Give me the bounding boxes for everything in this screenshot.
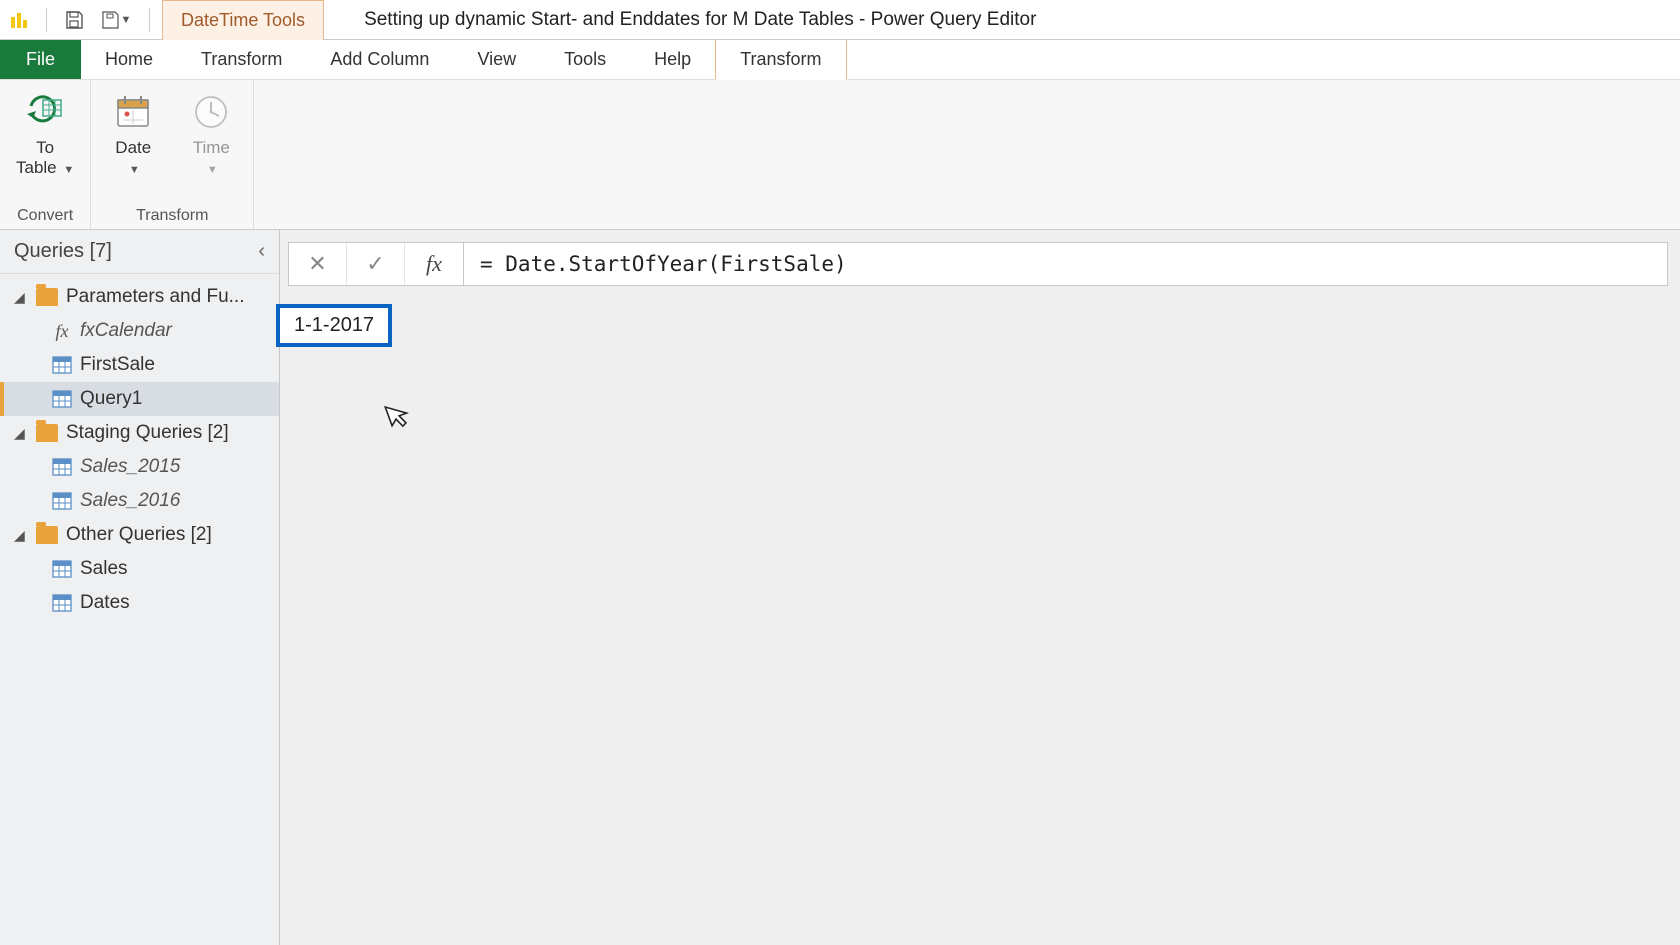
table-icon xyxy=(52,560,72,578)
content-pane: ✕ ✓ fx = Date.StartOfYear(FirstSale) 1-1… xyxy=(280,230,1680,945)
tab-context-transform[interactable]: Transform xyxy=(715,40,846,80)
ribbon-group-transform: Date▼ Time▼ Transform xyxy=(91,80,254,229)
tab-view[interactable]: View xyxy=(453,40,540,79)
query-sales-2016[interactable]: Sales_2016 xyxy=(0,484,279,518)
title-bar: ▼ DateTime Tools Setting up dynamic Star… xyxy=(0,0,1680,40)
time-label: Time▼ xyxy=(193,138,230,177)
separator xyxy=(46,8,47,32)
cancel-formula-button[interactable]: ✕ xyxy=(289,243,347,285)
tab-transform[interactable]: Transform xyxy=(177,40,306,79)
to-table-icon xyxy=(23,90,67,134)
query-label: Sales_2015 xyxy=(80,456,180,478)
mouse-cursor-icon xyxy=(383,398,416,438)
tab-file[interactable]: File xyxy=(0,40,81,79)
query-query1[interactable]: Query1 xyxy=(0,382,279,416)
queries-title: Queries [7] xyxy=(14,240,112,263)
fx-icon: fx xyxy=(52,321,72,342)
chevron-down-icon: ▼ xyxy=(129,164,140,176)
queries-header: Queries [7] ‹ xyxy=(0,230,279,274)
tab-tools[interactable]: Tools xyxy=(540,40,630,79)
fx-icon[interactable]: fx xyxy=(405,243,463,285)
caret-icon: ◢ xyxy=(14,425,28,442)
calendar-icon xyxy=(111,90,155,134)
formula-bar: ✕ ✓ fx = Date.StartOfYear(FirstSale) xyxy=(280,230,1680,286)
query-label: Sales_2016 xyxy=(80,490,180,512)
to-table-button[interactable]: To Table ▼ xyxy=(12,86,78,181)
query-dates[interactable]: Dates xyxy=(0,586,279,620)
folder-staging[interactable]: ◢ Staging Queries [2] xyxy=(0,416,279,450)
ribbon-tabs: File Home Transform Add Column View Tool… xyxy=(0,40,1680,80)
ribbon-body: To Table ▼ Convert Date▼ xyxy=(0,80,1680,230)
undo-dropdown-icon[interactable]: ▼ xyxy=(97,9,133,31)
quick-access-toolbar: ▼ xyxy=(0,8,162,32)
clock-icon xyxy=(189,90,233,134)
document-title: Setting up dynamic Start- and Enddates f… xyxy=(344,9,1056,31)
folder-icon xyxy=(36,288,58,306)
query-sales[interactable]: Sales xyxy=(0,552,279,586)
main-area: Queries [7] ‹ ◢ Parameters and Fu... fx … xyxy=(0,230,1680,945)
result-value-cell[interactable]: 1-1-2017 xyxy=(276,304,392,347)
formula-controls: ✕ ✓ fx xyxy=(288,242,464,286)
app-icon xyxy=(8,9,30,31)
query-label: Query1 xyxy=(80,388,142,410)
folder-label: Other Queries [2] xyxy=(66,524,212,546)
queries-pane: Queries [7] ‹ ◢ Parameters and Fu... fx … xyxy=(0,230,280,945)
title-right: DateTime Tools Setting up dynamic Start-… xyxy=(162,0,1056,39)
tab-help[interactable]: Help xyxy=(630,40,715,79)
save-icon[interactable] xyxy=(63,9,85,31)
folder-label: Staging Queries [2] xyxy=(66,422,229,444)
date-button[interactable]: Date▼ xyxy=(103,86,163,181)
to-table-label: To Table ▼ xyxy=(16,138,74,177)
table-icon xyxy=(52,458,72,476)
table-icon xyxy=(52,594,72,612)
time-button: Time▼ xyxy=(181,86,241,181)
tab-home[interactable]: Home xyxy=(81,40,177,79)
query-label: FirstSale xyxy=(80,354,155,376)
collapse-pane-button[interactable]: ‹ xyxy=(258,240,265,263)
chevron-down-icon: ▼ xyxy=(121,14,132,26)
caret-icon: ◢ xyxy=(14,527,28,544)
formula-input[interactable]: = Date.StartOfYear(FirstSale) xyxy=(464,242,1668,286)
table-icon xyxy=(52,390,72,408)
folder-label: Parameters and Fu... xyxy=(66,286,244,308)
query-label: Dates xyxy=(80,592,130,614)
accept-formula-button[interactable]: ✓ xyxy=(347,243,405,285)
separator xyxy=(149,8,150,32)
query-fxcalendar[interactable]: fx fxCalendar xyxy=(0,314,279,348)
table-icon xyxy=(52,356,72,374)
caret-icon: ◢ xyxy=(14,289,28,306)
chevron-down-icon: ▼ xyxy=(63,164,74,176)
query-label: Sales xyxy=(80,558,128,580)
query-label: fxCalendar xyxy=(80,320,172,342)
query-firstsale[interactable]: FirstSale xyxy=(0,348,279,382)
chevron-down-icon: ▼ xyxy=(207,164,218,176)
tab-add-column[interactable]: Add Column xyxy=(306,40,453,79)
group-title-transform: Transform xyxy=(136,207,208,227)
folder-other[interactable]: ◢ Other Queries [2] xyxy=(0,518,279,552)
ribbon-group-convert: To Table ▼ Convert xyxy=(0,80,91,229)
folder-icon xyxy=(36,424,58,442)
context-tab-header: DateTime Tools xyxy=(162,0,324,40)
result-area: 1-1-2017 xyxy=(280,286,1680,945)
queries-tree: ◢ Parameters and Fu... fx fxCalendar Fir… xyxy=(0,274,279,626)
query-sales-2015[interactable]: Sales_2015 xyxy=(0,450,279,484)
group-title-convert: Convert xyxy=(17,207,73,227)
folder-parameters[interactable]: ◢ Parameters and Fu... xyxy=(0,280,279,314)
table-icon xyxy=(52,492,72,510)
date-label: Date▼ xyxy=(115,138,151,177)
folder-icon xyxy=(36,526,58,544)
